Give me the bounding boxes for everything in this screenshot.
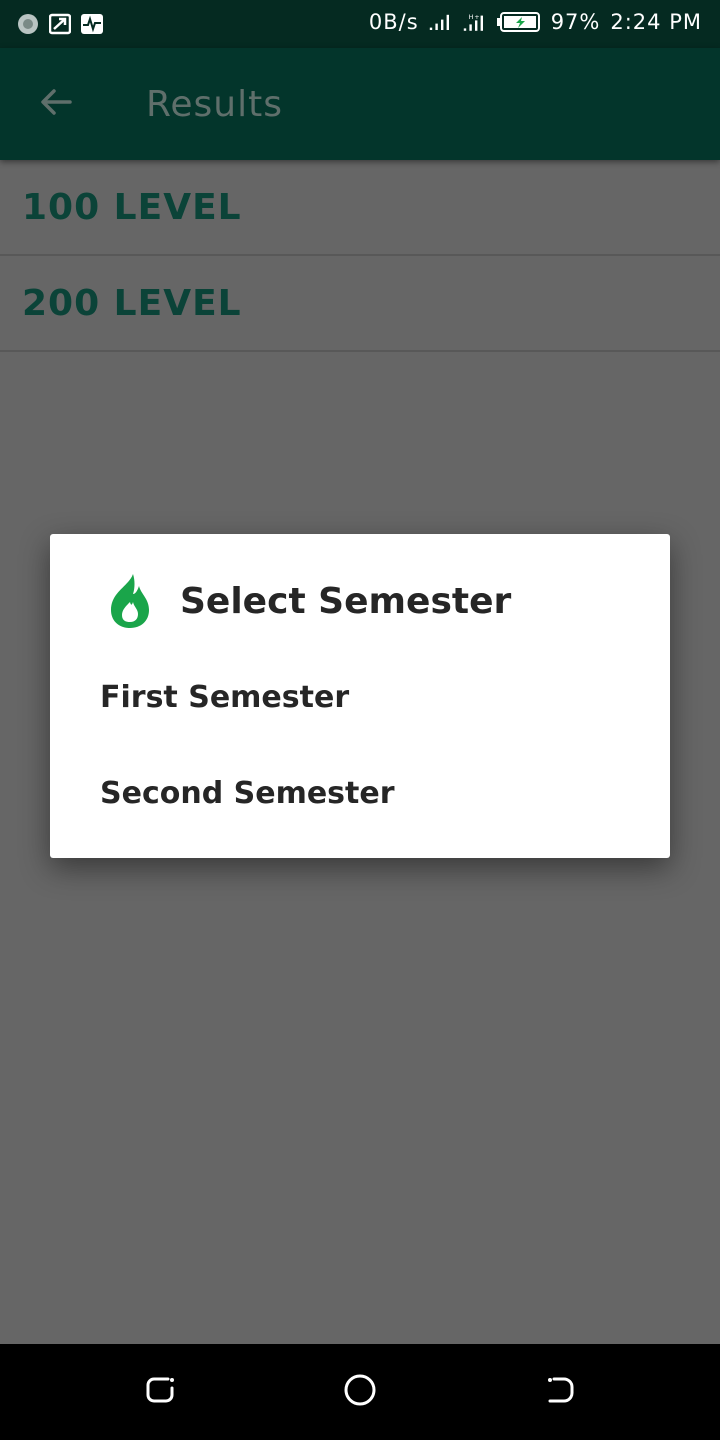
home-icon [343,1373,377,1411]
system-back-button[interactable] [542,1374,578,1410]
app-bar: Results [0,48,720,160]
dialog-header: Select Semester [106,572,511,630]
battery-percentage: 97% [550,10,601,34]
status-bar: 0B/s H+ 97% 2:24 PM [0,0,720,48]
level-item-100[interactable]: 100 LEVEL [0,160,720,256]
signal-hplus-icon: H+ [463,10,487,34]
back-button[interactable] [30,78,82,130]
battery-charging-icon [496,10,541,34]
level-list: 100 LEVEL 200 LEVEL [0,160,720,352]
arrow-back-icon [38,84,74,124]
level-item-200[interactable]: 200 LEVEL [0,256,720,352]
recents-icon [144,1374,176,1410]
level-label: 100 LEVEL [22,186,242,228]
navigation-bar [0,1344,720,1440]
status-left-icons [16,12,104,36]
level-label: 200 LEVEL [22,282,242,324]
svg-text:H+: H+ [468,13,480,21]
select-semester-dialog: Select Semester First Semester Second Se… [50,534,670,858]
app-notification-icon [16,12,40,36]
option-second-semester[interactable]: Second Semester [100,776,395,811]
status-right-info: 0B/s H+ 97% 2:24 PM [369,10,702,34]
home-button[interactable] [342,1374,378,1410]
network-speed: 0B/s [368,10,419,34]
recents-button[interactable] [142,1374,178,1410]
page-title: Results [146,84,283,125]
flame-icon [106,572,154,630]
signal-icon [429,10,453,34]
dialog-title: Select Semester [180,580,512,622]
back-icon [544,1374,576,1410]
activity-icon [80,12,104,36]
clock: 2:24 PM [610,10,702,34]
option-first-semester[interactable]: First Semester [100,680,349,715]
screen-cast-icon [48,12,72,36]
